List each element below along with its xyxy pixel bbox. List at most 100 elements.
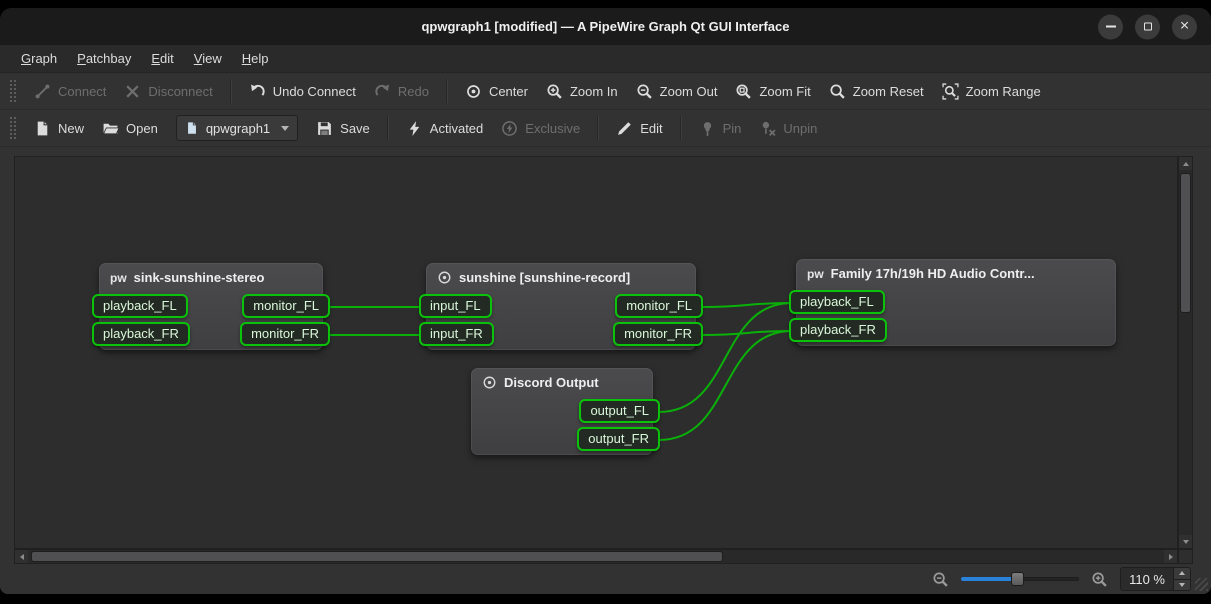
menu-graph[interactable]: Graph (12, 48, 66, 69)
open-button[interactable]: Open (94, 115, 166, 142)
port-playback-fl[interactable]: playback_FL (789, 290, 885, 314)
save-icon (316, 120, 333, 137)
horizontal-scrollbar-handle[interactable] (31, 551, 723, 562)
port-monitor-fl[interactable]: monitor_FL (242, 294, 330, 318)
vertical-scrollbar-handle[interactable] (1180, 173, 1191, 313)
close-button[interactable]: × (1172, 14, 1197, 39)
zoom-range-button[interactable]: Zoom Range (934, 78, 1049, 105)
undo-icon (249, 83, 266, 100)
menu-patchbay[interactable]: Patchbay (68, 48, 140, 69)
redo-button[interactable]: Redo (366, 78, 437, 105)
zoom-in-icon (1091, 571, 1108, 588)
port-input-fr[interactable]: input_FR (419, 322, 494, 346)
scroll-right-button[interactable] (1164, 550, 1177, 563)
edit-pencil-icon (616, 120, 633, 137)
zoom-slider-handle[interactable] (1011, 572, 1024, 586)
titlebar[interactable]: qpwgraph1 [modified] — A PipeWire Graph … (0, 8, 1211, 45)
toolbar-drag-handle[interactable] (10, 117, 16, 139)
pipewire-icon: pw (807, 267, 824, 281)
pin-icon (699, 120, 716, 137)
zoom-value[interactable]: 110 % (1121, 568, 1173, 590)
port-output-fl[interactable]: output_FL (579, 399, 660, 423)
toolbar-separator (387, 116, 389, 140)
scroll-left-button[interactable] (15, 550, 28, 563)
maximize-icon (1144, 23, 1152, 31)
disconnect-button[interactable]: Disconnect (116, 78, 220, 105)
application-icon (437, 270, 452, 285)
port-monitor-fl[interactable]: monitor_FL (615, 294, 703, 318)
connections-layer (15, 157, 1179, 550)
menubar: Graph Patchbay Edit View Help (0, 45, 1211, 73)
connect-button[interactable]: Connect (26, 78, 114, 105)
close-icon: × (1180, 19, 1189, 35)
zoom-spinbox[interactable]: 110 % (1120, 567, 1191, 591)
new-button[interactable]: New (26, 115, 92, 142)
minimize-icon (1106, 26, 1116, 28)
menu-edit[interactable]: Edit (142, 48, 182, 69)
zoom-range-icon (942, 83, 959, 100)
port-input-fl[interactable]: input_FL (419, 294, 492, 318)
edit-button[interactable]: Edit (608, 115, 670, 142)
app-window: qpwgraph1 [modified] — A PipeWire Graph … (0, 8, 1211, 594)
node-sink-sunshine-stereo[interactable]: pw sink-sunshine-stereo playback_FL moni… (99, 263, 323, 350)
disconnect-label: Disconnect (148, 84, 212, 99)
central-area: pw sink-sunshine-stereo playback_FL moni… (0, 155, 1211, 594)
node-title: sunshine [sunshine-record] (459, 270, 630, 285)
zoom-in-button[interactable]: Zoom In (538, 78, 626, 105)
pin-label: Pin (723, 121, 742, 136)
activated-icon (406, 120, 423, 137)
redo-label: Redo (398, 84, 429, 99)
scroll-up-button[interactable] (1179, 157, 1192, 170)
pin-button[interactable]: Pin (691, 115, 750, 142)
window-resize-grip[interactable] (1195, 578, 1208, 591)
statusbar: 110 % (0, 564, 1211, 594)
node-header: pw Family 17h/19h HD Audio Contr... (796, 259, 1116, 286)
zoom-fit-label: Zoom Fit (759, 84, 810, 99)
node-family-hd-audio[interactable]: pw Family 17h/19h HD Audio Contr... play… (796, 259, 1116, 346)
new-document-icon (34, 120, 51, 137)
zoom-out-button[interactable]: Zoom Out (628, 78, 726, 105)
center-label: Center (489, 84, 528, 99)
minimize-button[interactable] (1098, 14, 1123, 39)
node-sunshine-record[interactable]: sunshine [sunshine-record] input_FL moni… (426, 263, 696, 350)
toolbar-separator (680, 116, 682, 140)
port-monitor-fr[interactable]: monitor_FR (240, 322, 330, 346)
zoom-out-label: Zoom Out (660, 84, 718, 99)
center-button[interactable]: Center (457, 78, 536, 105)
node-header: sunshine [sunshine-record] (426, 263, 696, 290)
spin-down-button[interactable] (1174, 580, 1190, 591)
node-discord-output[interactable]: Discord Output output_FL output_FR (471, 368, 653, 455)
redo-icon (374, 83, 391, 100)
port-output-fr[interactable]: output_FR (577, 427, 660, 451)
exclusive-button[interactable]: Exclusive (493, 115, 588, 142)
unpin-label: Unpin (783, 121, 817, 136)
menu-view[interactable]: View (185, 48, 231, 69)
zoom-range-label: Zoom Range (966, 84, 1041, 99)
undo-connect-button[interactable]: Undo Connect (241, 78, 364, 105)
port-monitor-fr[interactable]: monitor_FR (613, 322, 703, 346)
zoom-reset-button[interactable]: Zoom Reset (821, 78, 932, 105)
horizontal-scrollbar[interactable] (14, 549, 1178, 564)
connect-label: Connect (58, 84, 106, 99)
maximize-button[interactable] (1135, 14, 1160, 39)
node-header: Discord Output (471, 368, 653, 395)
patchbay-profile-combo[interactable]: qpwgraph1 (176, 115, 298, 141)
new-label: New (58, 121, 84, 136)
toolbar-drag-handle[interactable] (10, 80, 16, 102)
zoom-slider[interactable] (961, 572, 1079, 586)
unpin-button[interactable]: Unpin (751, 115, 825, 142)
activated-button[interactable]: Activated (398, 115, 491, 142)
port-playback-fl[interactable]: playback_FL (92, 294, 188, 318)
scroll-down-button[interactable] (1179, 535, 1192, 548)
vertical-scrollbar[interactable] (1178, 156, 1193, 549)
zoom-fit-button[interactable]: Zoom Fit (727, 78, 818, 105)
port-playback-fr[interactable]: playback_FR (92, 322, 190, 346)
zoom-in-icon (546, 83, 563, 100)
port-playback-fr[interactable]: playback_FR (789, 318, 887, 342)
menu-help[interactable]: Help (233, 48, 278, 69)
center-icon (465, 83, 482, 100)
save-button[interactable]: Save (308, 115, 378, 142)
spin-up-button[interactable] (1174, 568, 1190, 580)
graph-canvas[interactable]: pw sink-sunshine-stereo playback_FL moni… (14, 156, 1178, 549)
combo-value: qpwgraph1 (206, 121, 270, 136)
